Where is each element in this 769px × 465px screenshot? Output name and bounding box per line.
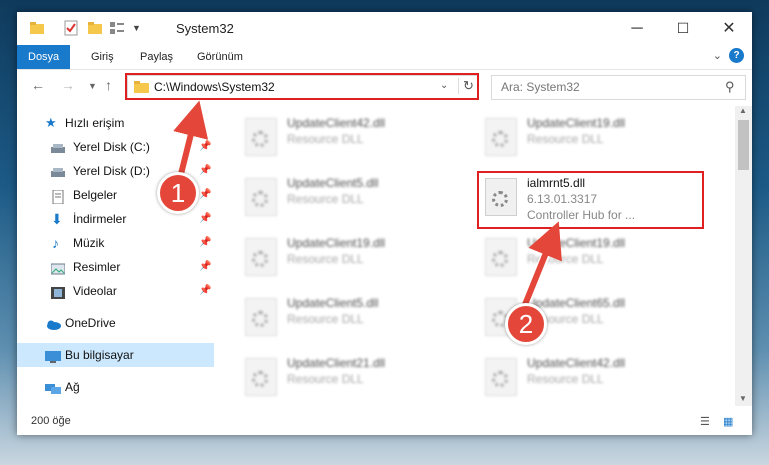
search-placeholder[interactable]: Ara: System32 <box>501 80 580 94</box>
up-arrow-icon[interactable]: ↑ <box>105 77 112 93</box>
address-highlight-box <box>125 73 479 100</box>
large-icons-view-icon[interactable]: ▦ <box>723 415 733 428</box>
dll-file-icon <box>485 238 517 276</box>
computer-icon <box>45 348 61 363</box>
close-button[interactable]: ✕ <box>706 12 752 45</box>
dll-file-icon <box>245 118 277 156</box>
list-item[interactable]: UpdateClient19.dll Resource DLL <box>477 112 707 164</box>
download-icon: ⬇ <box>51 211 63 227</box>
list-item[interactable]: UpdateClient21.dll Resource DLL <box>237 352 467 404</box>
pictures-icon <box>50 260 66 275</box>
step-1-badge: 1 <box>157 172 199 214</box>
vertical-scrollbar[interactable]: ▲ ▼ <box>735 106 752 406</box>
window-title: System32 <box>176 21 234 36</box>
scroll-up-icon[interactable]: ▲ <box>739 106 747 115</box>
properties-icon[interactable] <box>63 20 79 38</box>
scroll-down-icon[interactable]: ▼ <box>739 394 747 403</box>
item-count: 200 öğe <box>31 415 71 427</box>
pin-icon[interactable]: 📌 <box>199 183 211 207</box>
dll-file-icon <box>245 238 277 276</box>
dll-file-icon <box>245 358 277 396</box>
tab-view[interactable]: Görünüm <box>197 45 243 69</box>
sidebar-item-onedrive[interactable]: OneDrive <box>17 311 214 335</box>
pin-icon[interactable]: 📌 <box>199 159 211 183</box>
minimize-button[interactable]: ─ <box>614 12 660 45</box>
back-arrow-icon[interactable]: ← <box>31 77 45 93</box>
sidebar-item-quick-access[interactable]: ★ Hızlı erişim <box>17 111 214 135</box>
folder-icon <box>29 20 45 38</box>
dll-file-icon <box>485 358 517 396</box>
cloud-icon <box>45 316 61 330</box>
new-folder-icon[interactable] <box>87 20 103 38</box>
pin-icon[interactable]: 📌 <box>199 207 211 231</box>
pin-icon[interactable]: 📌 <box>199 135 211 159</box>
tab-home[interactable]: Giriş <box>91 45 114 69</box>
search-icon: ⚲ <box>725 79 735 94</box>
drive-icon <box>51 140 65 154</box>
list-item[interactable]: UpdateClient5.dll Resource DLL <box>237 172 467 224</box>
sidebar-item-pictures[interactable]: Resimler 📌 <box>17 255 214 279</box>
video-icon <box>51 284 65 299</box>
title-bar: ▼ System32 ─ ☐ ✕ <box>17 12 752 45</box>
file-list: UpdateClient42.dll Resource DLL UpdateCl… <box>215 106 735 406</box>
list-item[interactable]: UpdateClient19.dll Resource DLL <box>477 232 707 284</box>
list-item[interactable]: UpdateClient42.dll Resource DLL <box>477 352 707 404</box>
sidebar-item-this-pc[interactable]: Bu bilgisayar <box>17 343 214 367</box>
scrollbar-thumb[interactable] <box>738 120 749 170</box>
navigation-bar: ← → ▼ ↑ C:\Windows\System32 ⌄ ↻ Ara: Sys… <box>17 70 752 104</box>
star-icon: ★ <box>45 115 57 130</box>
search-box[interactable]: Ara: System32 ⚲ <box>491 75 746 100</box>
list-item[interactable]: UpdateClient42.dll Resource DLL <box>237 112 467 164</box>
status-bar: 200 öğe ☰ ▦ <box>17 410 752 435</box>
maximize-button[interactable]: ☐ <box>660 12 706 45</box>
customize-dropdown-icon[interactable]: ▼ <box>132 23 148 41</box>
sidebar-item-network[interactable]: Ağ <box>17 375 214 399</box>
drive-icon <box>51 164 65 178</box>
dll-file-icon <box>245 178 277 216</box>
sidebar-item-music[interactable]: ♪ Müzik 📌 <box>17 231 214 255</box>
file-highlight-box <box>477 171 704 229</box>
network-icon <box>45 380 61 394</box>
sidebar-item-videos[interactable]: Videolar 📌 <box>17 279 214 303</box>
navigation-pane: ★ Hızlı erişim Yerel Disk (C:) 📌 Yerel D… <box>17 106 214 406</box>
help-icon[interactable]: ? <box>729 48 744 63</box>
view-icon[interactable] <box>109 20 125 38</box>
dll-file-icon <box>245 298 277 336</box>
expand-ribbon-icon[interactable]: ⌄ <box>713 49 722 62</box>
sidebar-item-disk-c[interactable]: Yerel Disk (C:) 📌 <box>17 135 214 159</box>
pin-icon[interactable]: 📌 <box>199 255 211 279</box>
list-item[interactable]: UpdateClient19.dll Resource DLL <box>237 232 467 284</box>
pin-icon[interactable]: 📌 <box>199 231 211 255</box>
dll-file-icon <box>485 118 517 156</box>
ribbon-tabs: Dosya Giriş Paylaş Görünüm ⌄ ? <box>17 45 752 70</box>
step-2-badge: 2 <box>505 303 547 345</box>
pin-icon[interactable]: 📌 <box>199 279 211 303</box>
details-view-icon[interactable]: ☰ <box>700 415 710 428</box>
recent-locations-icon[interactable]: ▼ <box>88 81 97 91</box>
music-icon: ♪ <box>52 235 59 251</box>
document-icon <box>51 188 65 205</box>
explorer-window: ▼ System32 ─ ☐ ✕ Dosya Giriş Paylaş Görü… <box>17 12 752 435</box>
forward-arrow-icon[interactable]: → <box>61 77 75 93</box>
list-item[interactable]: UpdateClient5.dll Resource DLL <box>237 292 467 344</box>
tab-file[interactable]: Dosya <box>17 45 71 69</box>
tab-share[interactable]: Paylaş <box>140 45 173 69</box>
